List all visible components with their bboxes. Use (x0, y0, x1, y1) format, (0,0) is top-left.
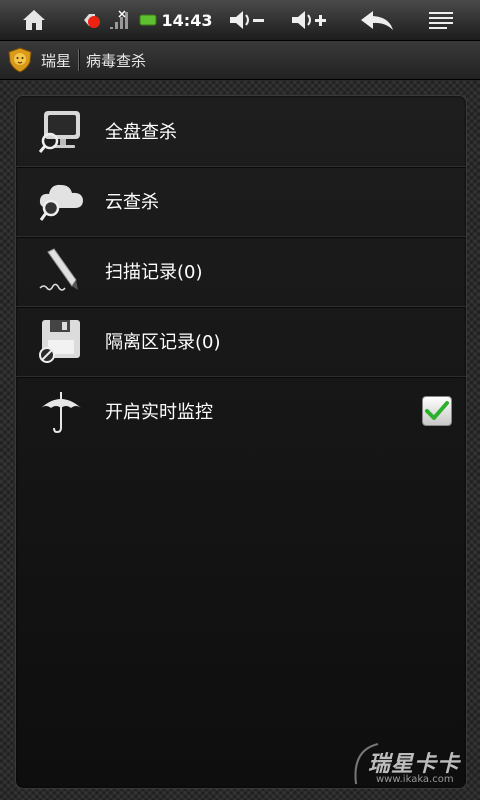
menu-item-label: 云查杀 (105, 192, 159, 213)
battery-icon (138, 0, 158, 40)
volume-up-icon[interactable] (288, 0, 330, 40)
menu-item-realtime-monitor[interactable]: 开启实时监控 (16, 376, 466, 446)
ikaka-watermark: 瑞星卡卡 www.ikaka.com (348, 740, 478, 788)
page-title: 病毒查杀 (86, 51, 147, 70)
menu-item-label: 全盘查杀 (105, 122, 177, 143)
clock-time: 14:43 (161, 10, 213, 30)
menu-panel: 全盘查杀 云查杀 扫描记录(0) 隔离区记录(0) 开启实时监控 (15, 95, 467, 789)
monitor-search-icon (36, 106, 86, 156)
back-icon[interactable] (354, 0, 400, 40)
home-icon[interactable] (14, 0, 54, 40)
umbrella-icon (36, 386, 86, 436)
checkmark-icon (425, 401, 449, 420)
menu-item-label: 隔离区记录(0) (105, 332, 221, 353)
menu-icon[interactable] (424, 0, 458, 40)
pen-icon (36, 246, 86, 296)
menu-item-scan-log[interactable]: 扫描记录(0) (16, 236, 466, 307)
floppy-block-icon (36, 316, 86, 366)
menu-item-quarantine-log[interactable]: 隔离区记录(0) (16, 306, 466, 377)
volume-down-icon[interactable] (226, 0, 268, 40)
menu-item-label: 扫描记录(0) (105, 262, 203, 283)
watermark-url: www.ikaka.com (376, 774, 454, 785)
title-bar: 瑞星 病毒查杀 (0, 41, 480, 80)
menu-item-label: 开启实时监控 (105, 402, 213, 423)
menu-item-full-scan[interactable]: 全盘查杀 (16, 96, 466, 167)
status-bar: 14:43 (0, 0, 480, 41)
signal-icon (106, 0, 134, 40)
cloud-search-icon (36, 176, 86, 226)
app-name: 瑞星 (41, 51, 72, 70)
rising-lion-logo-icon (7, 47, 33, 73)
title-divider (78, 49, 80, 71)
menu-item-cloud-scan[interactable]: 云查杀 (16, 166, 466, 237)
notification-icon (80, 0, 104, 40)
realtime-monitor-checkbox[interactable] (422, 396, 452, 426)
